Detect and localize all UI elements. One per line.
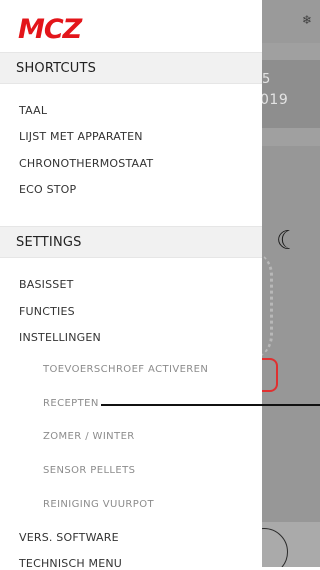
snowflake-icon[interactable]: ❄ bbox=[302, 13, 312, 27]
side-drawer: MCZ SHORTCUTS TAAL LIJST MET APPARATEN C… bbox=[0, 0, 262, 570]
settings-header-label: SETTINGS bbox=[16, 235, 82, 250]
submenu-item-zomer-winter[interactable]: ZOMER / WINTER bbox=[43, 431, 135, 442]
shortcuts-header-label: SHORTCUTS bbox=[16, 61, 97, 76]
hand-icon bbox=[262, 358, 278, 392]
menu-item-vers-software[interactable]: VERS. SOFTWARE bbox=[19, 531, 119, 544]
menu-item-chronothermostaat[interactable]: CHRONOTHERMOSTAAT bbox=[19, 157, 153, 170]
submenu-item-reiniging-vuurpot[interactable]: REINIGING VUURPOT bbox=[43, 499, 154, 510]
submenu-item-toevoerschroef-activeren[interactable]: TOEVOERSCHROEF ACTIVEREN bbox=[43, 364, 208, 375]
menu-item-lijst-met-apparaten[interactable]: LIJST MET APPARATEN bbox=[19, 130, 143, 143]
dial-arc bbox=[262, 250, 273, 360]
background-topbar: ❄ bbox=[262, 0, 320, 43]
submenu-item-recepten[interactable]: RECEPTEN bbox=[43, 398, 99, 409]
menu-item-eco-stop[interactable]: ECO STOP bbox=[19, 183, 76, 196]
menu-item-taal[interactable]: TAAL bbox=[19, 104, 47, 117]
shortcuts-header: SHORTCUTS bbox=[0, 52, 262, 84]
background-date-top: 5 bbox=[262, 72, 271, 87]
menu-item-functies[interactable]: FUNCTIES bbox=[19, 305, 75, 318]
background-date: 019 bbox=[262, 92, 289, 108]
submenu-item-sensor-pellets[interactable]: SENSOR PELLETS bbox=[43, 465, 135, 476]
settings-header: SETTINGS bbox=[0, 226, 262, 258]
mcz-logo: MCZ bbox=[18, 14, 82, 45]
background-app: ❄ 5 019 ☾ bbox=[262, 0, 320, 567]
menu-item-basisset[interactable]: BASISSET bbox=[19, 278, 74, 291]
annotation-pointer-line bbox=[101, 404, 320, 406]
moon-stars-icon[interactable]: ☾ bbox=[276, 228, 299, 254]
menu-item-instellingen[interactable]: INSTELLINGEN bbox=[19, 331, 101, 344]
menu-item-technisch-menu[interactable]: TECHNISCH MENU bbox=[19, 557, 122, 570]
